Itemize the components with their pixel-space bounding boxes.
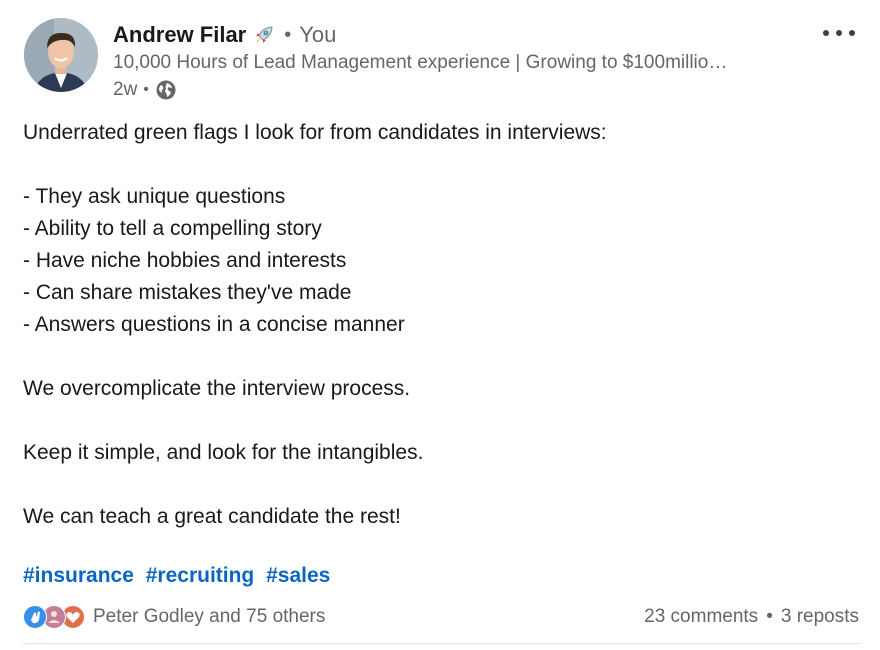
list-item: - Have niche hobbies and interests [23,249,347,272]
hashtags: #insurance #recruiting #sales [23,564,330,588]
reaction-icons [23,605,87,629]
hashtag-insurance[interactable]: #insurance [23,564,134,587]
post-meta: 2w • [113,77,177,103]
social-counts: Peter Godley and 75 others 23 comments •… [23,603,859,631]
list-item: - Answers questions in a concise manner [23,313,405,336]
author-name-row: Andrew Filar • You [113,20,336,50]
comments-count[interactable]: 23 comments [644,606,758,628]
more-options-button[interactable] [818,20,860,46]
list-item: - Can share mistakes they've made [23,281,352,304]
more-options-icon [822,24,856,42]
rocket-icon [252,23,276,47]
hashtag-sales[interactable]: #sales [266,564,330,587]
post-time[interactable]: 2w [113,79,137,101]
avatar-photo [24,18,98,92]
post-text: Underrated green flags I look for from c… [23,117,853,533]
list-item: - They ask unique questions [23,185,286,208]
separator-dot: • [143,81,149,98]
divider [23,643,859,644]
post-intro: Underrated green flags I look for from c… [23,121,607,144]
separator-dot: • [766,606,773,627]
post-paragraph: Keep it simple, and look for the intangi… [23,441,424,464]
hashtag-recruiting[interactable]: #recruiting [146,564,255,587]
author-name[interactable]: Andrew Filar [113,22,246,48]
post-paragraph: We can teach a great candidate the rest! [23,505,401,528]
clap-icon [23,605,47,629]
author-avatar[interactable] [24,18,98,92]
list-item: - Ability to tell a compelling story [23,217,322,240]
globe-icon [155,79,177,101]
reposts-count[interactable]: 3 reposts [781,606,859,628]
separator-dot: • [284,23,292,46]
author-headline: 10,000 Hours of Lead Management experien… [113,52,728,73]
reactors-text: Peter Godley and 75 others [93,606,326,627]
post-paragraph: We overcomplicate the interview process. [23,377,411,400]
reactions-summary[interactable]: Peter Godley and 75 others [23,605,325,629]
feed-post: Andrew Filar • You 10,000 Hours of Lead … [0,0,880,650]
engagement-counts: 23 comments • 3 reposts [644,606,859,628]
relation-label: You [299,22,337,47]
